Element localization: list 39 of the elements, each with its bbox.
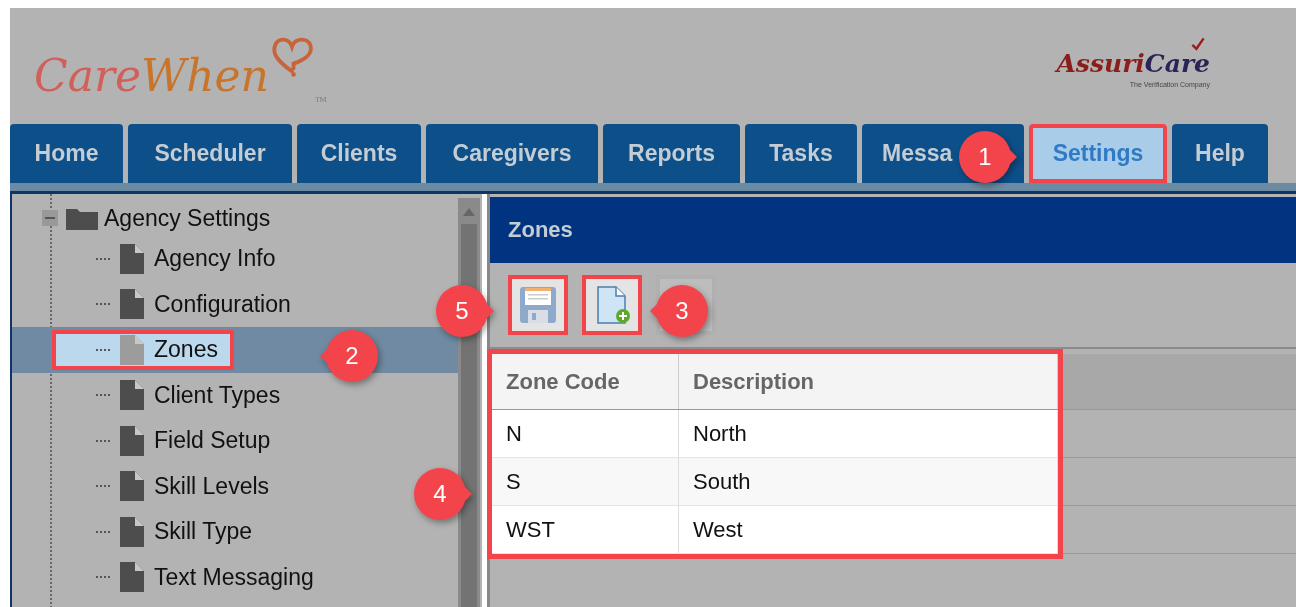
table-cell: N: [492, 409, 679, 458]
column-header[interactable]: Zone Code: [492, 354, 679, 410]
tree-item[interactable]: Configuration: [52, 284, 307, 325]
table-cell: North: [678, 409, 1058, 458]
save-button[interactable]: [508, 275, 568, 335]
nav-tab[interactable]: Home: [10, 124, 123, 183]
folder-icon: [66, 206, 98, 230]
document-icon: [120, 380, 144, 411]
tree-item[interactable]: Skill Type: [52, 511, 268, 552]
scroll-up-icon[interactable]: [463, 208, 475, 216]
collapse-toggle-icon[interactable]: [42, 210, 58, 226]
document-icon: [120, 425, 144, 456]
document-icon: [120, 243, 144, 274]
panel-title: Zones: [490, 197, 1296, 263]
tree-item[interactable]: Text Messaging: [52, 557, 330, 598]
document-icon: [120, 516, 144, 547]
document-icon: [120, 562, 144, 593]
nav-tab[interactable]: Clients: [297, 124, 421, 183]
tree-item[interactable]: Agency Info: [52, 238, 292, 279]
nav-tab[interactable]: Tasks: [745, 124, 857, 183]
nav-tab[interactable]: Caregivers: [426, 124, 598, 183]
document-icon: [120, 289, 144, 320]
table-cell: South: [678, 457, 1058, 506]
tree-item[interactable]: Skill Levels: [52, 466, 286, 507]
table-cell: S: [492, 457, 679, 506]
tree-item[interactable]: Client Types: [52, 375, 297, 416]
nav-tab[interactable]: Reports: [603, 124, 740, 183]
nav-tab[interactable]: Scheduler: [128, 124, 292, 183]
tree-item[interactable]: Zones: [52, 329, 234, 370]
new-button[interactable]: [582, 275, 642, 335]
nav-tab[interactable]: Settings: [1029, 124, 1167, 183]
column-header[interactable]: Description: [678, 354, 1058, 410]
nav-tab[interactable]: Help: [1172, 124, 1268, 183]
document-icon: [120, 471, 144, 502]
table-cell: West: [678, 505, 1058, 554]
document-icon: [120, 334, 144, 365]
table-cell: WST: [492, 505, 679, 554]
tree-item[interactable]: Field Setup: [52, 420, 287, 461]
tree-item[interactable]: Agency Settings: [104, 204, 271, 232]
